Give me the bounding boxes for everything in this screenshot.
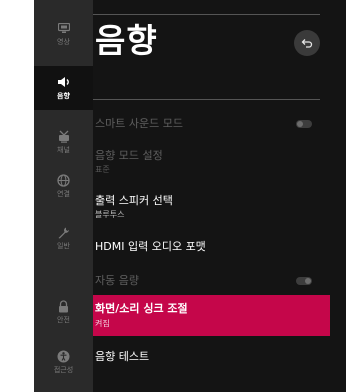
back-button[interactable] [294, 30, 320, 56]
setting-value: 켜짐 [95, 319, 110, 328]
speaker-icon [56, 75, 72, 89]
setting-hdmi-audio-format[interactable]: HDMI 입력 오디오 포맷 [93, 233, 320, 261]
sidebar-item-label: 안전 [57, 316, 70, 324]
top-divider [93, 14, 320, 15]
setting-smart-sound-mode[interactable]: 스마트 사운드 모드 [93, 110, 320, 138]
header-divider [93, 99, 320, 100]
setting-label: 자동 음량 [95, 274, 139, 287]
smart-sound-toggle[interactable] [296, 120, 312, 128]
setting-label: HDMI 입력 오디오 포맷 [95, 240, 206, 253]
antenna-icon [56, 129, 72, 143]
setting-value: 블루투스 [95, 210, 125, 219]
page-title: 음향 [95, 21, 158, 60]
setting-label: 출력 스피커 선택 [95, 194, 173, 207]
toggle-knob [297, 121, 303, 127]
setting-output-speaker[interactable]: 출력 스피커 선택 블루투스 [93, 188, 320, 222]
sound-settings-panel: 음향 스마트 사운드 모드 음향 모드 설정 표준 출력 스피커 선택 블루투스… [93, 0, 330, 392]
sidebar-item-channel[interactable]: 채널 [34, 120, 93, 164]
back-icon [301, 38, 313, 49]
setting-sound-test[interactable]: 음향 테스트 [93, 343, 320, 371]
setting-sound-mode[interactable]: 음향 모드 설정 표준 [93, 143, 320, 177]
auto-volume-toggle[interactable] [296, 277, 312, 285]
setting-label: 스마트 사운드 모드 [95, 117, 183, 130]
sidebar-item-accessibility[interactable]: 접근성 [34, 340, 93, 384]
setting-value: 표준 [95, 165, 110, 174]
sidebar-item-label: 영상 [57, 38, 70, 46]
setting-av-sync-adjust[interactable]: 화면/소리 싱크 조절 켜짐 [93, 295, 330, 336]
settings-sidebar: 영상 음향 채널 연결 일반 안전 접근성 [34, 0, 93, 392]
accessibility-icon [56, 349, 72, 363]
setting-auto-volume[interactable]: 자동 음량 [93, 268, 320, 294]
sidebar-item-connection[interactable]: 연결 [34, 164, 93, 208]
wrench-icon [56, 225, 72, 239]
sidebar-item-label: 연결 [57, 190, 70, 198]
settings-screen: 영상 음향 채널 연결 일반 안전 접근성 음향 스마트 사운드 모드 음향 모… [34, 0, 346, 392]
sidebar-item-general[interactable]: 일반 [34, 216, 93, 260]
toggle-knob [305, 278, 311, 284]
network-icon [56, 173, 72, 187]
picture-icon [56, 21, 72, 35]
setting-label: 화면/소리 싱크 조절 [95, 302, 188, 315]
sidebar-item-label: 접근성 [53, 366, 74, 374]
sidebar-item-picture[interactable]: 영상 [34, 12, 93, 56]
sidebar-item-sound[interactable]: 음향 [34, 66, 93, 110]
sidebar-item-label: 일반 [57, 242, 70, 250]
sidebar-item-safety[interactable]: 안전 [34, 290, 93, 334]
sidebar-item-label: 음향 [57, 92, 70, 100]
sidebar-item-label: 채널 [57, 146, 70, 154]
setting-label: 음향 모드 설정 [95, 149, 163, 162]
left-margin [0, 0, 34, 392]
setting-label: 음향 테스트 [95, 350, 150, 363]
lock-icon [56, 299, 72, 313]
